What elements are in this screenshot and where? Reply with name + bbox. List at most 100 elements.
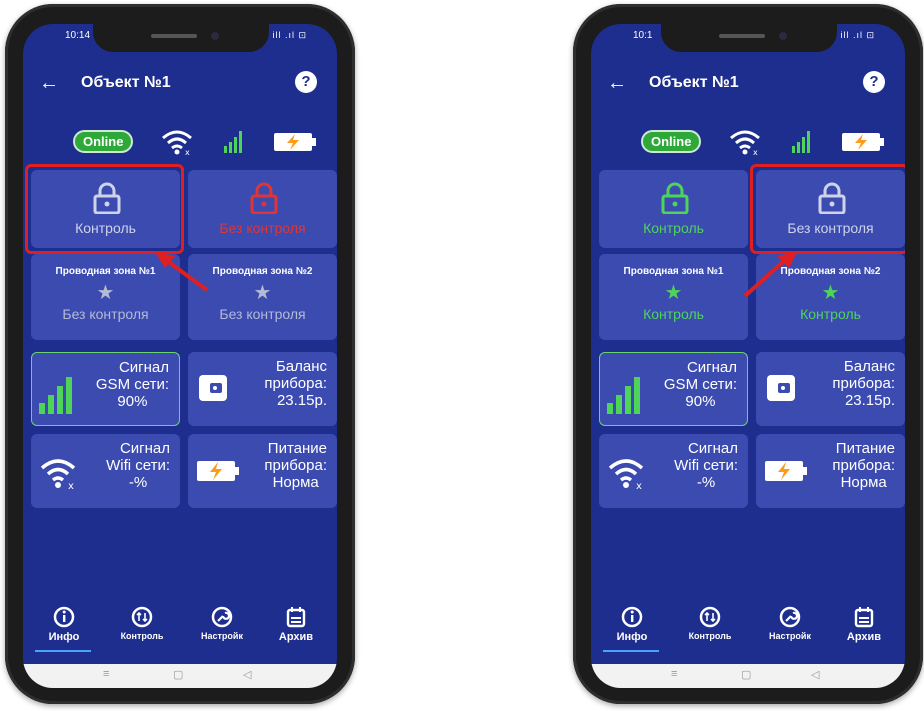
- nav-active-indicator: [35, 650, 91, 652]
- lock-icon: [661, 182, 689, 214]
- system-nav-bar: ≡ ▢ ◁: [591, 664, 905, 688]
- zone-2-state: Без контроля: [219, 306, 306, 322]
- nav-settings[interactable]: Настройк: [187, 606, 257, 641]
- info-icon: [53, 606, 75, 628]
- wifi-off-icon: x: [40, 459, 76, 490]
- app-bar: ← Объект №1 ?: [23, 64, 337, 104]
- app-screen: 10:1 ill .ıl ⊡ ← Объект №1 ? Online x Ко…: [591, 24, 905, 688]
- back-button[interactable]: ◁: [811, 668, 819, 681]
- highlight-frame: [25, 164, 184, 254]
- gsm-info-tile: Сигнал GSM сети: 90%: [599, 352, 748, 426]
- wifi-off-icon: x: [162, 130, 192, 156]
- battery-charging-icon: [197, 461, 239, 481]
- wifi-info-text: Сигнал Wifi сети: -%: [674, 440, 738, 491]
- status-time: 10:14: [65, 30, 91, 41]
- svg-text:x: x: [185, 148, 190, 156]
- home-button[interactable]: ▢: [741, 668, 751, 681]
- balance-info-text: Баланс прибора: 23.15р.: [832, 358, 895, 409]
- app-screen: 10:14 ill .ıl ⊡ ← Объект №1 ? Online x К…: [23, 24, 337, 688]
- balance-info-text: Баланс прибора: 23.15р.: [264, 358, 327, 409]
- control-tile[interactable]: Контроль: [599, 170, 748, 248]
- help-icon[interactable]: ?: [863, 71, 885, 93]
- nav-active-indicator: [603, 650, 659, 652]
- nav-archive[interactable]: Архив: [261, 606, 331, 643]
- app-bar: ← Объект №1 ?: [591, 64, 905, 104]
- gsm-info-text: Сигнал GSM сети: 90%: [95, 359, 169, 410]
- zone-1-title: Проводная зона №1: [623, 266, 724, 277]
- power-info-text: Питание прибора: Норма: [832, 440, 895, 491]
- balance-info-tile: Баланс прибора: 23.15р.: [756, 352, 905, 426]
- calendar-icon: [286, 607, 306, 628]
- lock-icon: [250, 182, 278, 214]
- page-title: Объект №1: [81, 74, 171, 91]
- gsm-signal-icon: [607, 377, 640, 414]
- gsm-signal-icon: [792, 131, 810, 153]
- zone-2-state: Контроль: [800, 306, 861, 322]
- info-icon: [621, 606, 643, 628]
- bottom-nav: Инфо Контроль Настройк Архив: [591, 606, 905, 664]
- zone-1-tile[interactable]: Проводная зона №1 ★ Контроль: [599, 254, 748, 340]
- nav-settings[interactable]: Настройк: [755, 606, 825, 641]
- status-icons: ill .ıl ⊡: [840, 30, 875, 40]
- control-icon: [699, 606, 721, 628]
- gsm-signal-icon: [224, 131, 242, 153]
- wrench-icon: [211, 606, 233, 628]
- svg-text:x: x: [753, 148, 758, 156]
- online-badge: Online: [73, 130, 134, 153]
- device-status-row: Online x: [591, 128, 905, 156]
- pointer-arrow: [155, 252, 209, 292]
- phone-right: 10:1 ill .ıl ⊡ ← Объект №1 ? Online x Ко…: [573, 4, 923, 704]
- nav-info[interactable]: Инфо: [597, 606, 667, 643]
- device-status-row: Online x: [23, 128, 337, 156]
- nav-info[interactable]: Инфо: [29, 606, 99, 643]
- power-info-tile: Питание прибора: Норма: [756, 434, 905, 508]
- gsm-info-text: Сигнал GSM сети: 90%: [663, 359, 737, 410]
- back-arrow-icon[interactable]: ←: [39, 72, 61, 94]
- no-control-tile[interactable]: Без контроля: [188, 170, 337, 248]
- wifi-off-icon: x: [730, 130, 760, 156]
- status-time: 10:1: [633, 30, 653, 41]
- phone-left: 10:14 ill .ıl ⊡ ← Объект №1 ? Online x К…: [5, 4, 355, 704]
- wifi-info-text: Сигнал Wifi сети: -%: [106, 440, 170, 491]
- no-control-label: Без контроля: [219, 220, 306, 236]
- wallet-icon: [767, 375, 795, 401]
- notch: [661, 24, 837, 52]
- wifi-info-tile: x Сигнал Wifi сети: -%: [31, 434, 180, 508]
- battery-charging-icon: [842, 133, 884, 151]
- nav-control[interactable]: Контроль: [675, 606, 745, 641]
- power-info-tile: Питание прибора: Норма: [188, 434, 337, 508]
- bottom-nav: Инфо Контроль Настройк Архив: [23, 606, 337, 664]
- control-label: Контроль: [643, 220, 704, 236]
- status-icons: ill .ıl ⊡: [272, 30, 307, 40]
- svg-text:x: x: [68, 481, 74, 490]
- home-button[interactable]: ▢: [173, 668, 183, 681]
- back-button[interactable]: ◁: [243, 668, 251, 681]
- wrench-icon: [779, 606, 801, 628]
- zone-1-state: Без контроля: [62, 306, 149, 322]
- nav-control[interactable]: Контроль: [107, 606, 177, 641]
- star-icon: ★: [664, 282, 683, 304]
- menu-button[interactable]: ≡: [671, 668, 677, 680]
- calendar-icon: [854, 607, 874, 628]
- back-arrow-icon[interactable]: ←: [607, 72, 629, 94]
- wifi-info-tile: x Сигнал Wifi сети: -%: [599, 434, 748, 508]
- svg-text:x: x: [636, 481, 642, 490]
- notch: [93, 24, 269, 52]
- gsm-info-tile: Сигнал GSM сети: 90%: [31, 352, 180, 426]
- online-badge: Online: [641, 130, 702, 153]
- gsm-signal-icon: [39, 377, 72, 414]
- page-title: Объект №1: [649, 74, 739, 91]
- control-icon: [131, 606, 153, 628]
- pointer-arrow: [743, 252, 797, 298]
- wallet-icon: [199, 375, 227, 401]
- power-info-text: Питание прибора: Норма: [264, 440, 327, 491]
- wifi-off-icon: x: [608, 459, 644, 490]
- balance-info-tile: Баланс прибора: 23.15р.: [188, 352, 337, 426]
- highlight-frame: [750, 164, 905, 254]
- nav-archive[interactable]: Архив: [829, 606, 899, 643]
- zone-1-state: Контроль: [643, 306, 704, 322]
- menu-button[interactable]: ≡: [103, 668, 109, 680]
- help-icon[interactable]: ?: [295, 71, 317, 93]
- system-nav-bar: ≡ ▢ ◁: [23, 664, 337, 688]
- battery-charging-icon: [765, 461, 807, 481]
